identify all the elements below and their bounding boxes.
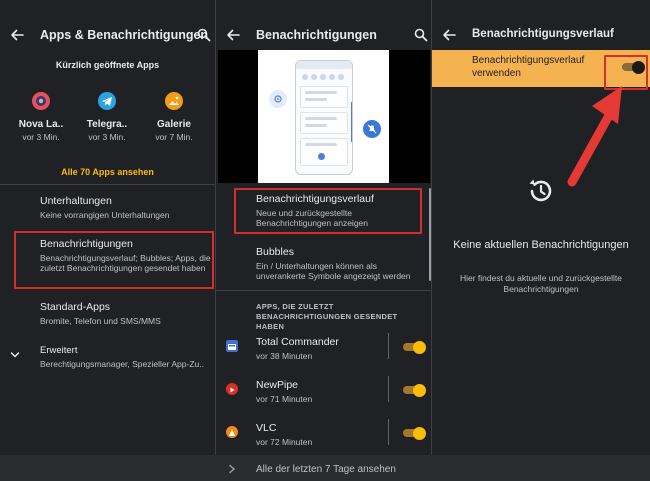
chevron-down-icon <box>10 352 20 358</box>
chevron-right-icon <box>229 464 236 474</box>
app-time: vor 72 Minuten <box>256 437 313 447</box>
app-row-total-commander[interactable]: Total Commander vor 38 Minuten <box>216 333 431 372</box>
app-name: NewPipe <box>256 379 299 391</box>
gallery-icon <box>165 92 183 110</box>
bubble-settings-icon <box>269 90 287 108</box>
red-arrow-annotation <box>567 86 622 187</box>
app-time: vor 38 Minuten <box>256 351 313 361</box>
empty-state-subtitle: Hier findest du aktuelle und zurückgeste… <box>459 273 623 295</box>
back-arrow-icon[interactable] <box>226 28 240 42</box>
divider <box>0 184 215 185</box>
search-icon[interactable] <box>197 28 211 42</box>
notifications-illustration <box>218 50 430 183</box>
see-last-7-days-label: Alle der letzten 7 Tage ansehen <box>256 464 396 475</box>
divider <box>216 290 431 291</box>
row-separator <box>388 333 389 359</box>
back-arrow-icon[interactable] <box>10 28 24 42</box>
see-all-apps-link[interactable]: Alle 70 Apps ansehen <box>0 167 215 177</box>
highlight-box <box>234 188 422 234</box>
illustration-screen <box>258 50 389 183</box>
conversations-item[interactable]: Unterhaltungen Keine vorrangigen Unterha… <box>40 195 212 220</box>
advanced-item[interactable]: Erweitert Berechtigungsmanager, Speziell… <box>40 345 212 369</box>
app-name: VLC <box>256 422 277 434</box>
page-title: Benachrichtigungen <box>256 28 377 42</box>
notifications-panel: Benachrichtigungen Benachrichtigungsverl… <box>216 0 431 481</box>
nova-launcher-icon <box>32 92 50 110</box>
app-time: vor 3 Min. <box>88 132 126 142</box>
app-row-vlc[interactable]: VLC vor 72 Minuten <box>216 419 431 458</box>
vlc-icon <box>226 426 238 438</box>
item-title: Unterhaltungen <box>40 195 112 207</box>
recent-app-gallery[interactable]: Galerie vor 7 Min. <box>146 92 202 142</box>
apps-notifications-panel: Apps & Benachrichtigungen Kürzlich geöff… <box>0 0 215 481</box>
recent-apps-heading: Kürzlich geöffnete Apps <box>55 60 160 70</box>
recent-app-telegram[interactable]: Telegra.. vor 3 Min. <box>79 92 135 142</box>
app-name: Nova La.. <box>18 119 64 130</box>
recent-app-nova[interactable]: Nova La.. vor 3 Min. <box>13 92 69 142</box>
app-time: vor 3 Min. <box>22 132 60 142</box>
app-time: vor 7 Min. <box>155 132 193 142</box>
highlight-box <box>14 231 214 289</box>
recent-apps-section-label: APPS, DIE ZULETZT BENACHRICHTIGUNGEN GES… <box>256 302 398 332</box>
notifications-toggle[interactable] <box>403 426 426 440</box>
row-separator <box>388 419 389 445</box>
item-title: Bubbles <box>256 246 294 258</box>
item-subtitle: Bromite, Telefon und SMS/MMS <box>40 316 161 326</box>
item-title: Standard-Apps <box>40 301 111 313</box>
app-time: vor 71 Minuten <box>256 394 313 404</box>
newpipe-icon <box>226 383 238 395</box>
search-icon[interactable] <box>414 28 428 42</box>
notification-history-panel: Benachrichtigungsverlauf Benachrichtigun… <box>432 0 650 481</box>
phone-outline <box>295 60 353 175</box>
back-arrow-icon[interactable] <box>442 28 456 42</box>
notifications-toggle[interactable] <box>403 340 426 354</box>
item-subtitle: Berechtigungsmanager, Spezieller App-Zu.… <box>40 359 204 369</box>
item-subtitle: Keine vorrangigen Unterhaltungen <box>40 210 170 220</box>
page-title: Apps & Benachrichtigungen <box>40 28 209 42</box>
telegram-icon <box>98 92 116 110</box>
app-row-newpipe[interactable]: NewPipe vor 71 Minuten <box>216 376 431 415</box>
page-title: Benachrichtigungsverlauf <box>472 28 614 40</box>
notifications-toggle[interactable] <box>403 383 426 397</box>
app-name: Telegra.. <box>86 119 128 130</box>
app-name: Total Commander <box>256 336 339 348</box>
row-separator <box>388 376 389 402</box>
bubble-mute-icon <box>363 120 381 138</box>
empty-state-title: Keine aktuellen Benachrichtigungen <box>453 239 629 251</box>
item-subtitle: Ein / Unterhaltungen können als unverank… <box>256 261 411 282</box>
bubbles-item[interactable]: Bubbles Ein / Unterhaltungen können als … <box>256 246 428 281</box>
item-title: Erweitert <box>40 345 78 356</box>
see-last-7-days-bar[interactable]: Alle der letzten 7 Tage ansehen <box>0 455 650 481</box>
default-apps-item[interactable]: Standard-Apps Bromite, Telefon und SMS/M… <box>40 301 212 326</box>
history-icon <box>529 179 552 202</box>
switch-label: Benachrichtigungsverlauf verwenden <box>472 55 585 79</box>
app-name: Galerie <box>157 119 191 130</box>
total-commander-icon <box>226 340 238 352</box>
